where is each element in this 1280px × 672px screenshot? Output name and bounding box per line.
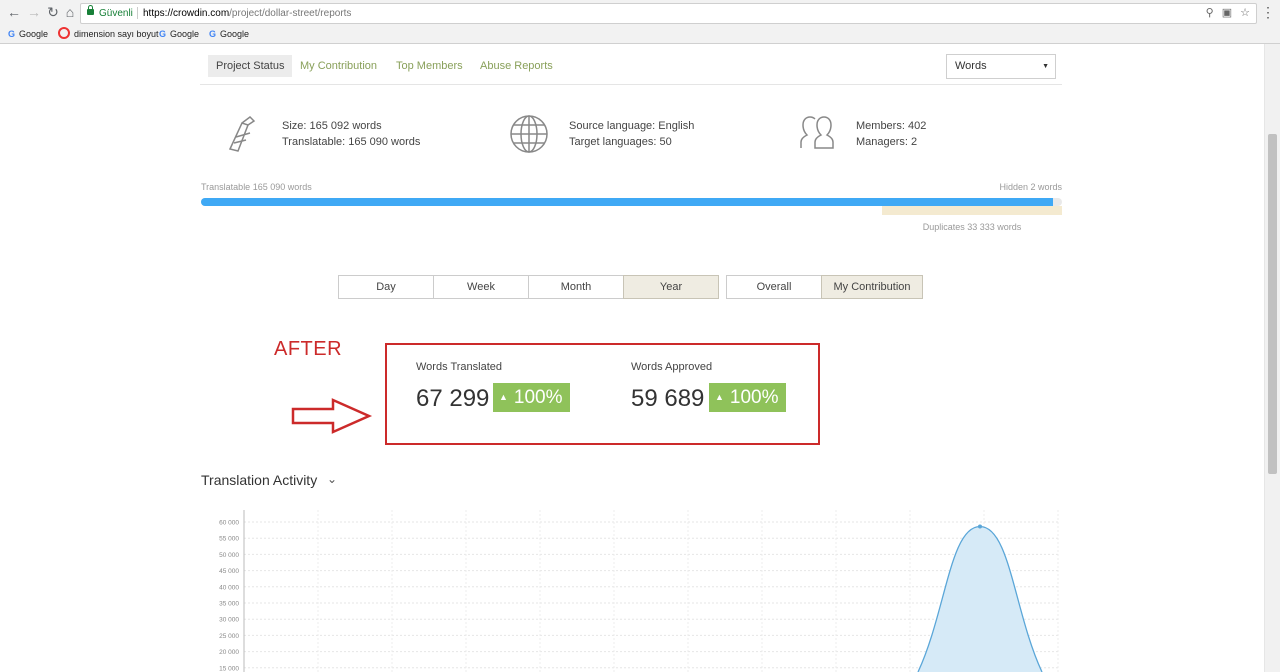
arrow-right-icon [291, 398, 373, 434]
scrollbar-thumb[interactable] [1268, 134, 1277, 474]
words-approved-value: 59 689 [631, 385, 705, 412]
hidden-label: Hidden 2 words [999, 182, 1062, 192]
size-text: Size: 165 092 words [282, 120, 382, 132]
google-icon: G [159, 29, 167, 39]
bookmark-item[interactable]: dimension sayı boyut [58, 26, 159, 43]
words-approved-title: Words Approved [631, 361, 713, 373]
y-tick-label: 35 000 [219, 601, 239, 608]
secure-label: Güvenli [99, 8, 133, 19]
address-bar[interactable]: Güvenli https://crowdin.com/project/doll… [80, 3, 1257, 24]
tab-my-contribution[interactable]: My Contribution [300, 55, 377, 77]
target-languages-text: Target languages: 50 [569, 136, 672, 148]
y-tick-label: 20 000 [219, 649, 239, 656]
browser-menu-icon[interactable]: ⋮ [1261, 4, 1275, 21]
activity-peak-point [978, 524, 982, 529]
reload-icon[interactable]: ↻ [45, 4, 61, 20]
activity-area [918, 526, 1042, 672]
period-year-button[interactable]: Year [623, 275, 719, 299]
globe-icon [510, 115, 548, 153]
scope-selector: Overall My Contribution [726, 275, 923, 299]
words-approved-badge: ▲ 100% [709, 383, 786, 412]
chevron-down-icon: ▼ [1042, 63, 1049, 70]
y-tick-label: 40 000 [219, 584, 239, 591]
bookmarks-bar: G Google dimension sayı boyut G Google G Go… [0, 26, 1280, 44]
y-tick-label: 30 000 [219, 617, 239, 624]
y-tick-label: 15 000 [219, 665, 239, 672]
chevron-down-icon[interactable]: ⌄ [327, 472, 337, 486]
google-icon: G [209, 29, 217, 39]
scope-my-contribution-button[interactable]: My Contribution [821, 275, 923, 299]
bookmark-item[interactable]: G Google [159, 26, 199, 43]
translation-activity-title: Translation Activity [201, 472, 318, 488]
bookmark-label: Google [19, 29, 49, 39]
translatable-text: Translatable: 165 090 words [282, 136, 421, 148]
y-tick-label: 25 000 [219, 633, 239, 640]
progress-bar [201, 198, 1062, 206]
bookmark-label: Google [170, 29, 200, 39]
google-icon: G [8, 29, 16, 39]
duplicates-bar [882, 206, 1062, 215]
home-icon[interactable]: ⌂ [62, 4, 78, 20]
source-language-text: Source language: English [569, 120, 695, 132]
caliper-icon [228, 116, 256, 152]
bookmark-site-icon [58, 27, 70, 39]
tab-project-status[interactable]: Project Status [208, 55, 293, 77]
translation-activity-chart: 60 000 55 000 50 000 45 000 40 000 35 000 30 0… [219, 510, 1059, 672]
translatable-label: Translatable 165 090 words [201, 182, 312, 192]
lock-icon [87, 5, 94, 15]
page-scrollbar[interactable] [1264, 44, 1280, 672]
y-tick-label: 45 000 [219, 568, 239, 575]
bookmark-item[interactable]: G Google [8, 26, 48, 43]
words-translated-value: 67 299 [416, 385, 490, 412]
forward-icon[interactable]: → [26, 4, 42, 20]
y-tick-label: 60 000 [219, 520, 239, 527]
back-icon[interactable]: ← [6, 4, 22, 20]
tab-top-members[interactable]: Top Members [396, 55, 463, 77]
scope-overall-button[interactable]: Overall [726, 275, 822, 299]
words-translated-change: 100% [513, 387, 563, 408]
bookmark-item[interactable]: G Google [209, 26, 249, 43]
url-path: /project/dollar-street/reports [229, 8, 352, 19]
arrow-up-icon: ▲ [715, 392, 724, 402]
tab-abuse-reports[interactable]: Abuse Reports [480, 55, 553, 77]
words-translated-title: Words Translated [416, 361, 503, 373]
duplicates-label: Duplicates 33 333 words [922, 222, 1022, 232]
bookmark-label: dimension sayı boyut [74, 29, 159, 39]
bookmark-label: Google [220, 29, 250, 39]
period-month-button[interactable]: Month [528, 275, 624, 299]
users-icon [800, 116, 834, 149]
unit-select[interactable]: Words ▼ [946, 54, 1056, 79]
url-host: https://crowdin.com [143, 8, 230, 19]
y-tick-label: 55 000 [219, 536, 239, 543]
unit-select-value: Words [955, 60, 987, 72]
after-annotation: AFTER [274, 338, 343, 360]
activity-line [917, 525, 1043, 672]
period-day-button[interactable]: Day [338, 275, 434, 299]
period-selector: Day Week Month Year [338, 275, 719, 299]
address-separator [137, 7, 138, 19]
managers-text: Managers: 2 [856, 136, 918, 148]
member-stats: Members: 402 Managers: 2 [856, 118, 926, 150]
zoom-icon[interactable]: ⚲ [1206, 7, 1214, 19]
y-tick-label: 50 000 [219, 552, 239, 559]
arrow-up-icon: ▲ [499, 392, 508, 402]
url-text: https://crowdin.com/project/dollar-stree… [143, 4, 351, 23]
language-stats: Source language: English Target language… [569, 118, 694, 150]
translate-icon[interactable]: ▣ [1222, 7, 1232, 19]
progress-fill [201, 198, 1053, 206]
omnibox-actions: ⚲ ▣ ☆ [1198, 4, 1250, 23]
size-stats: Size: 165 092 words Translatable: 165 09… [282, 118, 420, 150]
words-translated-badge: ▲ 100% [493, 383, 570, 412]
browser-toolbar: ← → ↻ ⌂ Güvenli https://crowdin.com/proj… [0, 0, 1280, 27]
words-approved-change: 100% [729, 387, 779, 408]
members-text: Members: 402 [856, 120, 927, 132]
period-week-button[interactable]: Week [433, 275, 529, 299]
star-icon[interactable]: ☆ [1240, 7, 1250, 19]
